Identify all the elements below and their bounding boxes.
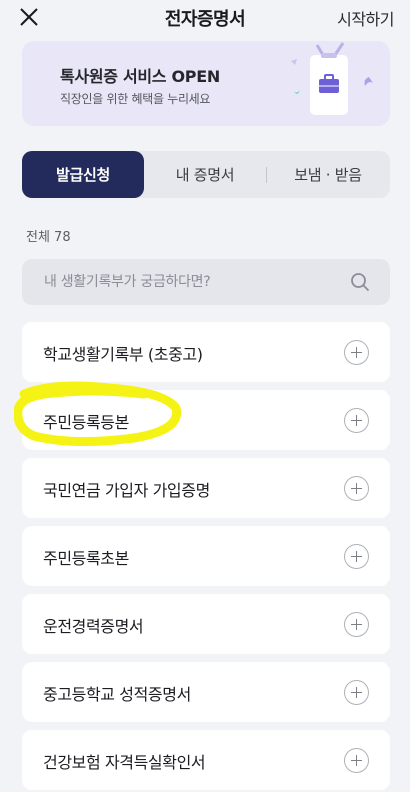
item-label: 건강보험 자격득실확인서	[43, 753, 206, 772]
certificate-list: 학교생활기록부 (초중고) 주민등록등본 국민연금 가입자 가입증명 주민등록초…	[22, 322, 390, 792]
banner-subtitle: 직장인을 위한 혜택을 누리세요	[60, 92, 211, 106]
list-item[interactable]: 주민등록초본	[22, 526, 390, 586]
tab-bar: 발급신청 내 증명서 보냄 · 받음	[22, 151, 390, 198]
item-label: 운전경력증명서	[43, 617, 144, 636]
plus-circle-icon[interactable]	[344, 612, 369, 637]
item-label: 국민연금 가입자 가입증명	[43, 481, 210, 500]
close-icon[interactable]	[18, 6, 40, 28]
list-item[interactable]: 운전경력증명서	[22, 594, 390, 654]
list-item[interactable]: 중고등학교 성적증명서	[22, 662, 390, 722]
plus-circle-icon[interactable]	[344, 340, 369, 365]
list-item[interactable]: 건강보험 자격득실확인서	[22, 730, 390, 790]
start-button[interactable]: 시작하기	[337, 6, 394, 30]
tab-sent-received[interactable]: 보냄 · 받음	[267, 151, 389, 198]
list-item[interactable]: 주민등록등본	[22, 390, 390, 450]
item-label: 주민등록등본	[43, 413, 129, 432]
plus-circle-icon[interactable]	[344, 544, 369, 569]
tab-my-certificates[interactable]: 내 증명서	[144, 151, 266, 198]
promo-banner[interactable]: 톡사원증 서비스 OPEN 직장인을 위한 혜택을 누리세요	[22, 41, 390, 126]
list-item[interactable]: 학교생활기록부 (초중고)	[22, 322, 390, 382]
plus-circle-icon[interactable]	[344, 408, 369, 433]
plus-circle-icon[interactable]	[344, 748, 369, 773]
plus-circle-icon[interactable]	[344, 476, 369, 501]
item-label: 중고등학교 성적증명서	[43, 685, 191, 704]
list-item[interactable]: 국민연금 가입자 가입증명	[22, 458, 390, 518]
top-bar: 전자증명서 시작하기	[0, 0, 410, 36]
id-badge-icon	[291, 42, 373, 115]
tab-issue[interactable]: 발급신청	[22, 151, 144, 198]
item-label: 학교생활기록부 (초중고)	[43, 345, 203, 364]
banner-title: 톡사원증 서비스 OPEN	[60, 67, 220, 86]
page-title: 전자증명서	[164, 9, 246, 30]
total-count: 전체 78	[26, 230, 71, 245]
plus-circle-icon[interactable]	[344, 680, 369, 705]
search-bar[interactable]	[22, 259, 390, 305]
search-icon[interactable]	[350, 272, 370, 292]
item-label: 주민등록초본	[43, 549, 129, 568]
search-input[interactable]	[44, 259, 344, 305]
